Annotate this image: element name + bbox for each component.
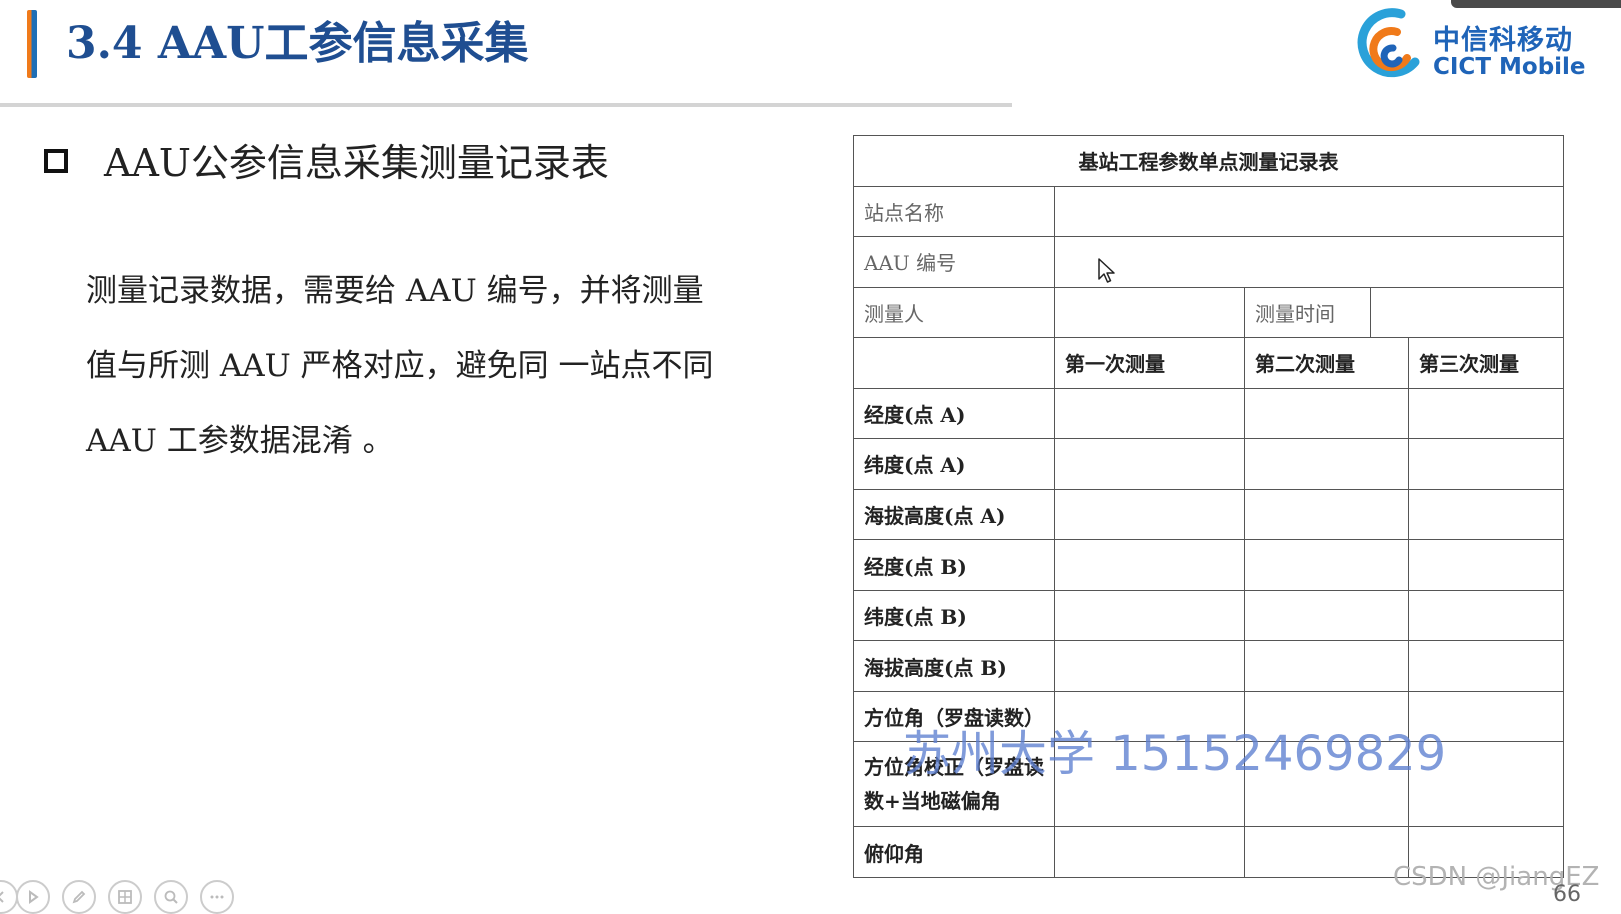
slideshow-toolbar [0,880,254,914]
cell-third [1407,488,1565,541]
site-name-label: 站点名称 [853,185,1055,238]
table-row: 方位角（罗盘读数） [853,690,1565,743]
row-label: 纬度(点 A) [853,438,1055,490]
table-title: 基站工程参数单点测量记录表 [852,135,1565,187]
surveyor-value [1054,286,1245,339]
zoom-icon [164,890,178,904]
cell-first [1054,741,1245,828]
cell-third [1407,539,1565,591]
aau-number-value [1053,236,1565,288]
measurement-record-table: 基站工程参数单点测量记录表 站点名称 AAU 编号 测量人 测量时间 第一次测量… [852,135,1565,878]
cell-second [1244,539,1409,591]
cell-third [1407,741,1565,828]
cell-third [1407,387,1565,440]
measure-time-value [1369,286,1565,339]
column-header-third: 第三次测量 [1407,337,1565,389]
slides-grid-button[interactable] [108,880,142,914]
logo-text-en: CICT Mobile [1433,54,1586,80]
row-label: 方位角（罗盘读数） [853,690,1055,743]
cell-second [1244,741,1409,828]
paragraph-line: AAU 工参数据混淆 。 [86,423,394,459]
row-label: 经度(点 A) [853,387,1055,440]
description-paragraph: 测量记录数据，需要给 AAU 编号，并将测量 值与所测 AAU 严格对应，避免同… [86,266,726,491]
mouse-cursor-icon [1098,258,1115,283]
cell-first [1054,488,1245,541]
row-label: 海拔高度(点 A) [853,488,1055,541]
cell-second [1244,589,1409,642]
column-header-second: 第二次测量 [1244,337,1409,389]
measure-time-label: 测量时间 [1244,286,1371,339]
cell-second [1244,826,1409,878]
cell-third [1407,690,1565,743]
window-edge-tab [1451,0,1621,8]
column-header-first: 第一次测量 [1054,337,1245,389]
row-label: 纬度(点 B) [853,589,1055,642]
row-label: 俯仰角 [853,826,1055,878]
square-bullet-icon [44,149,68,173]
cell-third [1407,640,1565,692]
slide-play-icon [29,890,39,904]
cell-third [1407,438,1565,490]
table-row: 纬度(点 B) [853,589,1565,642]
slide-prev-icon [0,891,4,903]
slide-play-button[interactable] [16,880,50,914]
table-row: 纬度(点 A) [853,438,1565,490]
cell-second [1244,640,1409,692]
cell-first [1054,539,1245,591]
row-label: 方位角校正（罗盘读数+当地磁偏角 [853,741,1055,828]
cell-first [1054,589,1245,642]
cell-third [1407,589,1565,642]
cell-second [1244,488,1409,541]
site-name-value [1053,185,1565,238]
slides-grid-icon [118,890,132,904]
cell-first [1054,690,1245,743]
page-title: 3.4 AAU工参信息采集 [66,18,529,69]
cell-second [1244,387,1409,440]
cell-second [1244,438,1409,490]
more-button[interactable] [200,880,234,914]
logo-mark-icon [1357,8,1420,78]
logo-text-cn: 中信科移动 [1433,25,1573,56]
pen-button[interactable] [62,880,96,914]
cell-first [1054,640,1245,692]
table-row: 海拔高度(点 B) [853,640,1565,692]
row-label: 海拔高度(点 B) [853,640,1055,692]
surveyor-label: 测量人 [853,286,1055,339]
cell-first [1054,826,1245,878]
more-icon [210,895,224,899]
table-row: 海拔高度(点 A) [853,488,1565,541]
row-label: 经度(点 B) [853,539,1055,591]
header-corner-cell [853,337,1055,389]
cell-second [1244,690,1409,743]
paragraph-line: 测量记录数据，需要给 AAU 编号，并将测量 [86,273,704,309]
title-accent-bar [27,10,37,78]
header-divider [0,103,1012,107]
page-number: 66 [1553,882,1581,907]
aau-number-label: AAU 编号 [853,236,1055,288]
paragraph-line: 值与所测 AAU 严格对应，避免同 一站点不同 [86,348,714,384]
company-logo: 中信科移动 CICT Mobile [1353,8,1613,84]
pen-icon [72,890,86,904]
table-row: 经度(点 B) [853,539,1565,591]
zoom-button[interactable] [154,880,188,914]
cell-first [1054,387,1245,440]
section-heading-text: AAU公参信息采集测量记录表 [104,141,609,185]
cell-first [1054,438,1245,490]
table-row: 经度(点 A) [853,387,1565,440]
table-row: 方位角校正（罗盘读数+当地磁偏角 [853,741,1565,828]
